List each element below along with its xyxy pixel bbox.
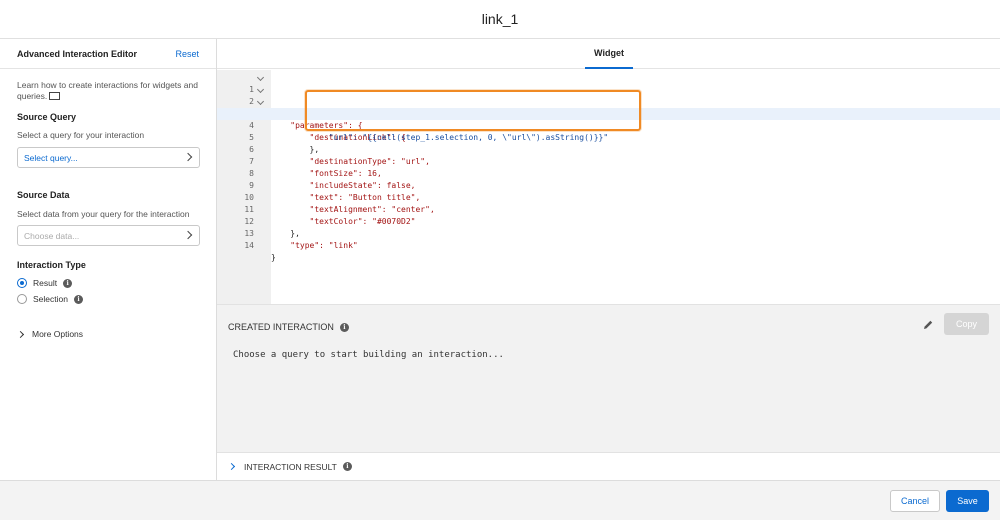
interaction-result-toggle[interactable]: INTERACTION RESULT i [217,452,1000,480]
fold-icon[interactable] [256,73,265,82]
help-text: Learn how to create interactions for wid… [17,80,207,102]
radio-selection[interactable]: Selection i [17,293,83,305]
fold-icon[interactable] [256,97,265,106]
select-query-placeholder: Select query... [24,153,78,163]
radio-selection-control[interactable] [17,294,27,304]
code-line: 1 { [217,72,1000,118]
pencil-icon[interactable] [922,319,934,331]
radio-result[interactable]: Result i [17,277,73,289]
code-text: } [271,253,276,262]
info-icon[interactable]: i [63,278,73,288]
code-line: 6 "destinationType": "url", [217,132,1000,166]
more-options-toggle[interactable]: More Options [16,329,84,339]
cancel-button[interactable]: Cancel [890,490,940,512]
sidebar-header: Advanced Interaction Editor Reset [0,39,216,69]
choose-data-picker[interactable]: Choose data... [17,225,200,246]
highlight-box [305,90,641,131]
json-editor[interactable]: 1 { 2 "parameters": { 3 "destinationLink… [217,70,1000,304]
radio-result-label: Result [33,278,58,288]
info-icon[interactable]: i [342,462,352,471]
interaction-result-label: INTERACTION RESULT [244,461,337,472]
sidebar-title: Advanced Interaction Editor [17,49,138,59]
dialog-title: link_1 [481,11,519,27]
more-options-label: More Options [32,329,84,339]
sidebar: Advanced Interaction Editor Reset Learn … [0,39,217,480]
created-interaction-message: Choose a query to start building an inte… [233,350,504,360]
code-line: 10 "textAlignment": "center", [217,180,1000,214]
chevron-right-icon [227,462,236,471]
radio-result-control[interactable] [17,278,27,288]
line-number: 14 [244,241,254,250]
code-line: 9 "text": "Button title", [217,168,1000,202]
source-query-label: Source Query [17,112,77,122]
tab-widget[interactable]: Widget [585,39,633,69]
source-data-label: Source Data [17,190,70,200]
choose-data-placeholder: Choose data... [24,231,80,241]
select-query-picker[interactable]: Select query... [17,147,200,168]
reset-link[interactable]: Reset [175,49,199,59]
code-line: 14 } [217,228,1000,262]
created-interaction-header: CREATED INTERACTION i [228,322,349,332]
info-icon[interactable]: i [339,322,349,332]
code-line: 8 "includeState": false, [217,156,1000,190]
save-button[interactable]: Save [946,490,989,512]
source-data-help: Select data from your query for the inte… [17,209,190,219]
chevron-right-icon [183,230,193,240]
chevron-right-icon [16,330,25,338]
main-panel: Widget 1 { 2 "parameters": { 3 "destinat… [217,39,1000,480]
info-icon[interactable]: i [73,294,83,304]
fold-icon[interactable] [256,85,265,94]
copy-button[interactable]: Copy [944,313,989,335]
dialog-footer: Cancel Save [0,480,1000,520]
help-text-label: Learn how to create interactions for wid… [17,80,198,101]
source-query-help: Select a query for your interaction [17,130,145,140]
created-interaction-panel: CREATED INTERACTION i Copy Choose a quer… [217,304,1000,452]
radio-selection-label: Selection [33,294,68,304]
interaction-type-label: Interaction Type [17,260,86,270]
external-link-icon[interactable] [49,92,61,100]
code-line: 12 }, [217,204,1000,238]
code-line: 11 "textColor": "#0070D2" [217,192,1000,226]
created-interaction-title: CREATED INTERACTION [228,322,334,332]
tab-bar: Widget [217,39,1000,69]
dialog-header: link_1 [0,0,1000,39]
code-line: 13 "type": "link" [217,216,1000,250]
code-text: "type": "link" [271,241,358,250]
code-line: 7 "fontSize": 16, [217,144,1000,178]
chevron-right-icon [183,152,193,162]
